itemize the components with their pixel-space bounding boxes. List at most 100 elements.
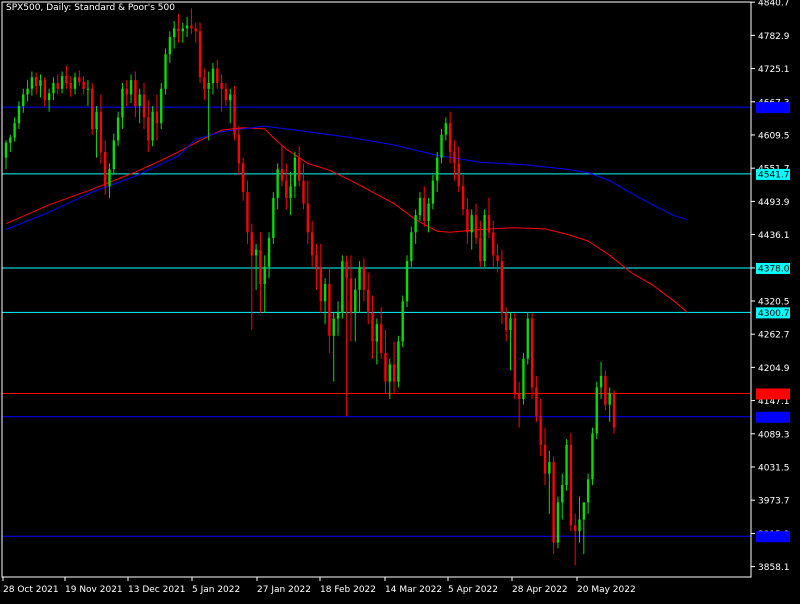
candle-body[interactable] [474,215,478,239]
candle-body[interactable] [483,215,486,262]
candle-body[interactable] [108,169,111,187]
candle-body[interactable] [565,444,568,486]
candle-body[interactable] [69,82,72,89]
candle-body[interactable] [147,117,150,141]
candle-body[interactable] [233,94,236,135]
candle-body[interactable] [548,462,551,474]
candle-body[interactable] [190,25,193,29]
candle-body[interactable] [530,318,534,388]
candle-body[interactable] [86,88,90,90]
candle-body[interactable] [134,80,137,106]
candle-body[interactable] [78,77,81,82]
candle-body[interactable] [263,266,266,285]
candle-body[interactable] [142,94,146,118]
candle-body[interactable] [39,80,42,86]
candle-body[interactable] [323,284,327,302]
candle-body[interactable] [457,163,460,187]
candle-body[interactable] [595,387,598,434]
candle-body[interactable] [371,312,374,342]
candle-body[interactable] [17,105,21,124]
candle-body[interactable] [522,358,525,399]
candle-body[interactable] [440,134,443,158]
candle-body[interactable] [267,238,271,267]
candle-body[interactable] [496,255,499,262]
candle-body[interactable] [379,324,383,353]
candle-body[interactable] [241,163,245,193]
candle-body[interactable] [185,25,189,29]
candle-body[interactable] [203,77,206,89]
candle-body[interactable] [285,180,288,198]
candle-body[interactable] [229,94,232,101]
candle-body[interactable] [410,232,413,262]
candle-body[interactable] [332,318,335,336]
candle-body[interactable] [608,393,611,405]
candle-body[interactable] [470,215,473,233]
candle-body[interactable] [427,203,430,221]
candle-body[interactable] [397,341,400,382]
candle-body[interactable] [9,137,12,143]
candle-body[interactable] [543,444,547,474]
candle-body[interactable] [556,502,560,543]
candle-body[interactable] [487,215,491,233]
candle-body[interactable] [500,261,504,313]
candle-body[interactable] [47,93,51,101]
candle-body[interactable] [99,111,103,152]
candle-body[interactable] [276,169,279,198]
candle-body[interactable] [280,169,284,181]
candle-body[interactable] [444,123,448,135]
candle-body[interactable] [599,375,603,388]
candle-body[interactable] [56,82,59,89]
candle-body[interactable] [181,28,184,32]
candle-body[interactable] [129,80,133,95]
candle-body[interactable] [574,525,577,532]
candle-body[interactable] [121,88,124,118]
candle-body[interactable] [112,140,115,170]
candle-body[interactable] [362,266,366,290]
candle-body[interactable] [298,157,301,181]
candle-body[interactable] [336,312,340,319]
candle-body[interactable] [367,289,370,313]
candle-body[interactable] [13,123,16,138]
candle-body[interactable] [306,203,310,233]
candle-body[interactable] [612,393,616,428]
candle-body[interactable] [561,485,564,503]
candle-body[interactable] [259,249,262,285]
candle-body[interactable] [526,318,529,359]
candle-body[interactable] [392,364,396,382]
candle-body[interactable] [535,387,538,417]
candle-body[interactable] [461,186,465,210]
candle-body[interactable] [492,232,495,256]
candle-body[interactable] [4,142,8,158]
candle-body[interactable] [220,82,223,89]
candle-body[interactable] [254,249,258,256]
candle-body[interactable] [479,238,482,262]
candle-body[interactable] [82,81,85,89]
candle-body[interactable] [384,352,387,382]
candle-body[interactable] [237,134,241,164]
candle-body[interactable] [207,82,210,89]
candle-body[interactable] [216,68,219,83]
candle-body[interactable] [43,80,46,101]
candle-body[interactable] [246,192,249,233]
candle-body[interactable] [552,462,555,543]
candle-body[interactable] [448,123,452,152]
candle-body[interactable] [328,284,331,336]
candle-body[interactable] [453,151,456,164]
candle-body[interactable] [345,261,348,279]
candle-body[interactable] [22,94,25,106]
candle-body[interactable] [60,76,64,89]
candle-body[interactable] [138,94,141,106]
candle-body[interactable] [155,111,159,124]
candle-body[interactable] [539,416,542,445]
candle-body[interactable] [569,444,573,526]
candle-body[interactable] [95,111,98,129]
candle-body[interactable] [194,28,197,32]
candle-body[interactable] [586,479,590,503]
candle-body[interactable] [172,28,176,38]
candle-body[interactable] [250,232,253,256]
candle-body[interactable] [164,54,167,89]
candle-body[interactable] [505,312,508,330]
candle-body[interactable] [513,318,517,394]
candle-body[interactable] [52,82,55,94]
candle-body[interactable] [604,375,607,405]
